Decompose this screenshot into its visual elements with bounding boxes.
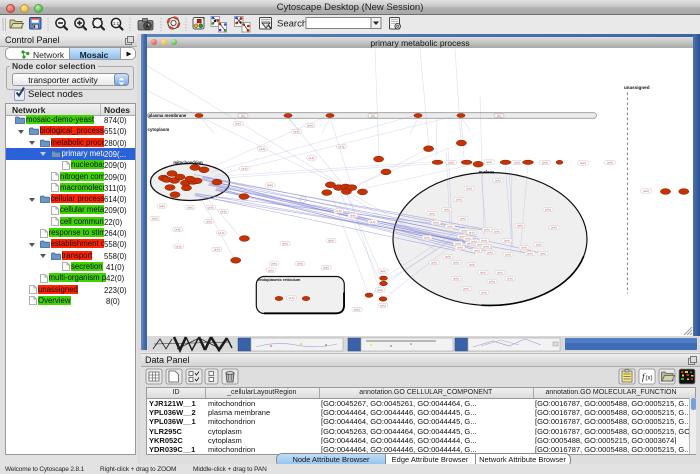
svg-text:(a-b): (a-b) — [460, 216, 466, 220]
svg-text:(a-b): (a-b) — [219, 231, 225, 235]
svg-text:(a-b): (a-b) — [235, 121, 241, 125]
svg-text:(a-b): (a-b) — [453, 260, 459, 264]
svg-text:(a-b): (a-b) — [521, 245, 527, 249]
svg-text:(a-b): (a-b) — [176, 244, 182, 248]
svg-text:(a-b): (a-b) — [643, 189, 649, 193]
svg-text:(a-b): (a-b) — [336, 209, 342, 213]
svg-text:(a-b): (a-b) — [469, 230, 475, 234]
svg-text:(a-b): (a-b) — [487, 250, 493, 254]
svg-text:(c): (c) — [371, 113, 375, 117]
svg-text:(a-b): (a-b) — [429, 211, 435, 215]
svg-text:(a-b): (a-b) — [445, 254, 451, 258]
svg-text:(a-b): (a-b) — [505, 252, 511, 256]
svg-text:(a-b): (a-b) — [370, 220, 376, 224]
svg-text:(a-b): (a-b) — [294, 129, 300, 133]
svg-text:(a-b): (a-b) — [484, 227, 490, 231]
svg-text:(a-b): (a-b) — [444, 207, 450, 211]
svg-text:(a-b): (a-b) — [433, 220, 439, 224]
svg-text:(a-b): (a-b) — [268, 268, 274, 272]
svg-text:(a-b): (a-b) — [457, 245, 463, 249]
svg-text:(a-b): (a-b) — [607, 160, 613, 164]
svg-text:(a-b): (a-b) — [354, 307, 360, 311]
svg-text:(a-b): (a-b) — [527, 251, 533, 255]
svg-text:(a-b): (a-b) — [206, 219, 212, 223]
svg-text:(a-b): (a-b) — [463, 286, 469, 290]
svg-text:(a-b): (a-b) — [221, 209, 227, 213]
svg-text:plasma membrane: plasma membrane — [149, 113, 187, 118]
svg-text:(a-b): (a-b) — [489, 279, 495, 283]
svg-text:Search:: Search: — [277, 19, 310, 30]
svg-text:unassigned: unassigned — [624, 85, 650, 90]
svg-text:(a-b): (a-b) — [545, 207, 551, 211]
svg-text:(a-b): (a-b) — [328, 238, 334, 242]
svg-text:(c): (c) — [241, 113, 245, 117]
svg-text:(a-b): (a-b) — [159, 204, 165, 208]
svg-text:(a-b): (a-b) — [208, 205, 214, 209]
svg-text:(a-b): (a-b) — [350, 213, 356, 217]
svg-text:(a-b): (a-b) — [486, 160, 492, 164]
svg-text:(a-b): (a-b) — [507, 276, 513, 280]
svg-text:(a-b): (a-b) — [377, 288, 383, 292]
svg-text:(a-b): (a-b) — [447, 224, 453, 228]
svg-text:(a-b): (a-b) — [474, 248, 480, 252]
svg-text:(a-b): (a-b) — [480, 270, 486, 274]
svg-text:(a-b): (a-b) — [214, 247, 220, 251]
svg-text:(a-b): (a-b) — [551, 225, 557, 229]
svg-text:(a-b): (a-b) — [282, 241, 288, 245]
svg-text:(a-b): (a-b) — [469, 262, 475, 266]
svg-text:(a-b): (a-b) — [152, 216, 158, 220]
svg-text:(a-b): (a-b) — [431, 260, 437, 264]
svg-text:1:1: 1:1 — [113, 21, 120, 26]
svg-text:(a-b): (a-b) — [339, 144, 345, 148]
svg-text:(a-b): (a-b) — [453, 276, 459, 280]
svg-text:(a-b): (a-b) — [483, 244, 489, 248]
svg-text:(a-b): (a-b) — [481, 290, 487, 294]
svg-text:(x): (x) — [646, 376, 653, 382]
svg-text:(a-b): (a-b) — [542, 160, 548, 164]
svg-text:(a-b): (a-b) — [260, 147, 266, 151]
svg-text:(a-b): (a-b) — [580, 161, 586, 165]
svg-text:cytoplasm: cytoplasm — [148, 127, 170, 132]
svg-text:(a-b): (a-b) — [504, 238, 510, 242]
svg-text:(a-b): (a-b) — [466, 186, 472, 190]
svg-text:(a-b): (a-b) — [495, 178, 501, 182]
svg-text:(a-b): (a-b) — [455, 241, 461, 245]
svg-text:(a-b): (a-b) — [380, 269, 386, 273]
svg-text:(a-b): (a-b) — [307, 123, 313, 127]
svg-text:(a-b): (a-b) — [297, 261, 303, 265]
svg-text:(a-b): (a-b) — [424, 235, 430, 239]
svg-text:(a-b): (a-b) — [494, 229, 500, 233]
svg-text:(a-b): (a-b) — [271, 261, 277, 265]
svg-text:(a-b): (a-b) — [448, 160, 454, 164]
svg-text:(a-b): (a-b) — [514, 160, 520, 164]
svg-text:(a-b): (a-b) — [289, 296, 295, 300]
svg-text:(a-b): (a-b) — [187, 205, 193, 209]
svg-text:(a-b): (a-b) — [456, 197, 462, 201]
svg-text:(a-b): (a-b) — [267, 183, 273, 187]
svg-text:(a-b): (a-b) — [461, 228, 467, 232]
svg-text:(a-b): (a-b) — [323, 265, 329, 269]
svg-text:(a-b): (a-b) — [380, 303, 386, 307]
svg-text:mitochondrion: mitochondrion — [173, 160, 203, 165]
svg-text:(a-b): (a-b) — [540, 251, 546, 255]
svg-text:(a-b): (a-b) — [497, 270, 503, 274]
svg-text:(a-b): (a-b) — [242, 166, 248, 170]
svg-text:(a-b): (a-b) — [517, 223, 523, 227]
svg-text:(c): (c) — [497, 113, 501, 117]
svg-text:endoplasmic reticulum: endoplasmic reticulum — [258, 277, 301, 282]
svg-text:(a-b): (a-b) — [175, 227, 181, 231]
svg-text:(a-b): (a-b) — [536, 242, 542, 246]
svg-text:(a-b): (a-b) — [309, 156, 315, 160]
